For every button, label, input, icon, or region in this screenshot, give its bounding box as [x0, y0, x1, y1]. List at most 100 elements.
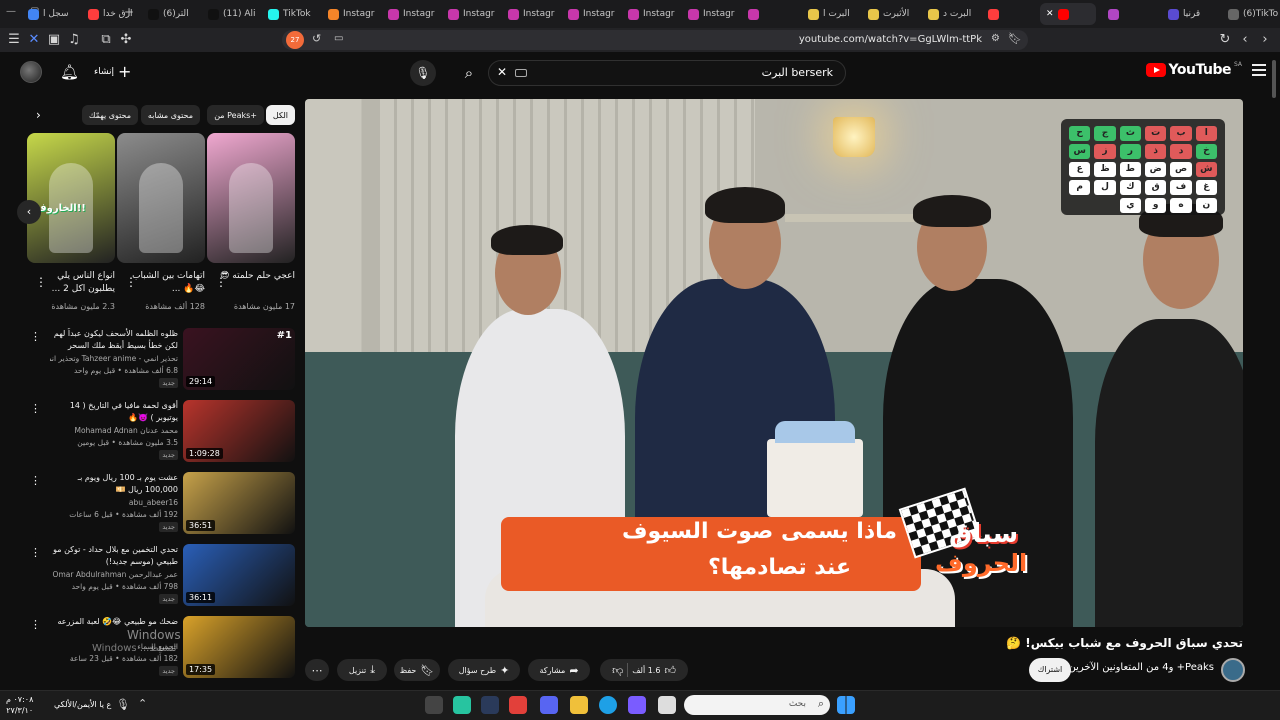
more-vert-icon[interactable]: ⋮	[30, 474, 41, 487]
short-thumbnail[interactable]: الخاروف!!	[27, 133, 115, 263]
voice-search-mic-icon[interactable]: 🎙︎	[410, 60, 436, 86]
rec-title[interactable]: ظلوه الظلمه الأسحف ليكون عبداً لهم لكن خ…	[50, 328, 178, 352]
rec-thumbnail[interactable]: 1:09:28	[183, 400, 295, 462]
browser-tab[interactable]: Instagr	[688, 3, 744, 25]
share-button[interactable]: ➦ مشاركة	[528, 659, 590, 681]
steam-app-icon[interactable]	[481, 696, 499, 714]
subscribe-button[interactable]: اشتراك	[1029, 658, 1071, 682]
search-input[interactable]: ✕ البرت berserk	[488, 60, 846, 86]
browser-tab[interactable]: Instagr	[448, 3, 504, 25]
rec-title[interactable]: تحدي التخمين مع بلال حداد - توكن مو طبيع…	[50, 544, 178, 568]
browser-tab[interactable]: TikTok	[268, 3, 324, 25]
browser-tab[interactable]: قرنيا	[1168, 3, 1224, 25]
recommended-video[interactable]: 29:14 #1 ظلوه الظلمه الأسحف ليكون عبداً له…	[30, 328, 296, 394]
browser-tab[interactable]: Instagr	[568, 3, 624, 25]
video-player[interactable]: ابتثجح خدذرزس شصضطظع غفقكلم نهوي ماذا يسمى ص…	[305, 99, 1243, 627]
site-settings-icon[interactable]: ⚙	[991, 33, 1000, 44]
start-windows-icon[interactable]	[837, 696, 855, 714]
rec-thumbnail[interactable]: 29:14 #1	[183, 328, 295, 390]
page-scrollbar[interactable]	[1272, 60, 1276, 680]
keyboard-icon[interactable]	[515, 69, 527, 77]
settings-app-icon[interactable]	[425, 696, 443, 714]
rec-channel[interactable]: تحذير انمي - Tahzeer anime وتحذير انمي +…	[50, 354, 178, 363]
music-icon[interactable]: ♫	[66, 32, 82, 48]
more-vert-icon[interactable]: ⋮	[30, 402, 41, 415]
reload-icon[interactable]: ↻	[1217, 32, 1233, 48]
more-vert-icon[interactable]: ⋮	[30, 546, 41, 559]
twitter-x-icon[interactable]: ✕	[26, 32, 42, 48]
short-thumbnail[interactable]	[207, 133, 295, 263]
tab-close-icon[interactable]: ✕	[1046, 9, 1054, 19]
search-button[interactable]: ⌕	[450, 60, 488, 86]
rec-title[interactable]: عشت يوم بـ 100 ريال ويوم بـ 100,000 ريال…	[50, 472, 178, 496]
edge-browser-icon[interactable]	[599, 696, 617, 714]
channel-name[interactable]: Peaks+ و4 من المتعاونين الآخرين	[1068, 662, 1214, 673]
browser-tab[interactable]: (6)TikTo	[1228, 3, 1280, 25]
recommended-video[interactable]: 36:51 عشت يوم بـ 100 ريال ويوم بـ 100,000…	[30, 472, 296, 538]
scrollbar-thumb[interactable]	[1272, 60, 1276, 98]
more-vert-icon[interactable]: ⋮	[30, 330, 41, 343]
sidebar-menu-icon[interactable]: ☰	[6, 32, 22, 48]
download-button[interactable]: ⤓ تنزيل	[337, 659, 387, 681]
user-avatar[interactable]	[20, 61, 42, 83]
browser-tab[interactable]	[748, 3, 804, 25]
shield-icon[interactable]: 27	[286, 31, 304, 49]
extensions-icon[interactable]: ✣	[118, 32, 134, 48]
rec-title[interactable]: ضحك مو طبيعي 😂🤣 لعبة المزرعه	[50, 616, 179, 628]
taskbar-clock[interactable]: ٠٧:٠٨ م ٢٧/٣/١٠	[6, 694, 33, 716]
browser-tab[interactable]: Instagr	[388, 3, 444, 25]
chips-scroll-arrow-icon[interactable]: ›	[36, 108, 41, 122]
browser-tab[interactable]: Instagr	[508, 3, 564, 25]
browser-tab[interactable]: البرت ا	[808, 3, 864, 25]
notifications-bell-icon[interactable]: 🔔︎	[60, 63, 79, 81]
browser-tab[interactable]: (6)التر	[148, 3, 204, 25]
rec-channel[interactable]: عمر عبدالرحمن Omar Abdulrahman	[50, 570, 178, 579]
discord-app-icon[interactable]	[540, 696, 558, 714]
brave-browser-icon[interactable]	[509, 696, 527, 714]
rec-title[interactable]: أقوى لحمة مافيا في التاريخ ( 14 يوتيوبر …	[50, 400, 178, 424]
browser-tab[interactable]: Instagr	[628, 3, 684, 25]
more-actions-button[interactable]: ⋯	[305, 659, 329, 681]
rec-channel[interactable]: abu_abeer16	[50, 498, 178, 507]
copilot-icon[interactable]	[628, 696, 646, 714]
filter-chip[interactable]: محتوى يهمّك	[81, 105, 138, 125]
filter-chip[interactable]: محتوى مشابه	[140, 105, 200, 125]
short-thumbnail[interactable]	[117, 133, 205, 263]
filter-chip[interactable]: من Peaks+	[207, 105, 264, 125]
recommended-video[interactable]: 1:09:28 أقوى لحمة مافيا في التاريخ ( 14 ي…	[30, 400, 296, 466]
rec-thumbnail[interactable]: 36:51	[183, 472, 295, 534]
xbox-app-icon[interactable]	[453, 696, 471, 714]
create-button[interactable]: إنشاء +	[94, 62, 131, 81]
save-button[interactable]: 🔖︎ حفظ	[394, 659, 440, 681]
shorts-prev-button[interactable]: ‹	[17, 200, 41, 224]
sidebar-toggle-icon[interactable]: ▣	[46, 32, 62, 48]
browser-tab[interactable]	[1108, 3, 1164, 25]
active-tab[interactable]: ✕	[1040, 3, 1096, 25]
screenshot-icon[interactable]: ⧉	[98, 32, 114, 48]
reload-small-icon[interactable]: ↺	[312, 32, 321, 45]
address-bar[interactable]: 27 ↺ ▭ youtube.com/watch?v=GgLWlm-ttPk ⚙…	[282, 30, 1028, 50]
file-explorer-icon[interactable]	[570, 696, 588, 714]
like-button[interactable]: 👍︎ 1.6 ألف	[632, 664, 676, 677]
browser-tab[interactable]	[988, 3, 1044, 25]
forward-icon[interactable]: ›	[1257, 32, 1273, 48]
tray-language[interactable]: ع يا الأيمن/الألكي	[54, 700, 111, 709]
youtube-logo[interactable]: YouTube SA	[1145, 61, 1242, 78]
rec-thumbnail[interactable]: 36:11	[183, 544, 295, 606]
browser-tab[interactable]: سجل ا	[28, 3, 84, 25]
browser-tab[interactable]: (11) Ali	[208, 3, 264, 25]
more-vert-icon[interactable]: ⋮	[125, 275, 137, 289]
channel-avatar[interactable]	[1221, 658, 1245, 682]
more-vert-icon[interactable]: ⋮	[215, 275, 227, 289]
minimize-icon[interactable]: —	[6, 6, 16, 22]
rec-thumbnail[interactable]: 17:35	[183, 616, 295, 678]
dislike-button[interactable]: 👎︎	[612, 664, 623, 677]
guide-menu-icon[interactable]	[1252, 64, 1266, 76]
reader-mode-icon[interactable]: ▭	[334, 33, 343, 44]
tray-overflow-icon[interactable]: ⌃	[138, 697, 147, 710]
ask-button[interactable]: ✦ طرح سؤال	[448, 659, 520, 681]
filter-chip[interactable]: الكل	[265, 105, 295, 125]
more-vert-icon[interactable]: ⋮	[30, 618, 41, 631]
more-vert-icon[interactable]: ⋮	[35, 275, 47, 289]
browser-tab[interactable]: البرت د	[928, 3, 984, 25]
